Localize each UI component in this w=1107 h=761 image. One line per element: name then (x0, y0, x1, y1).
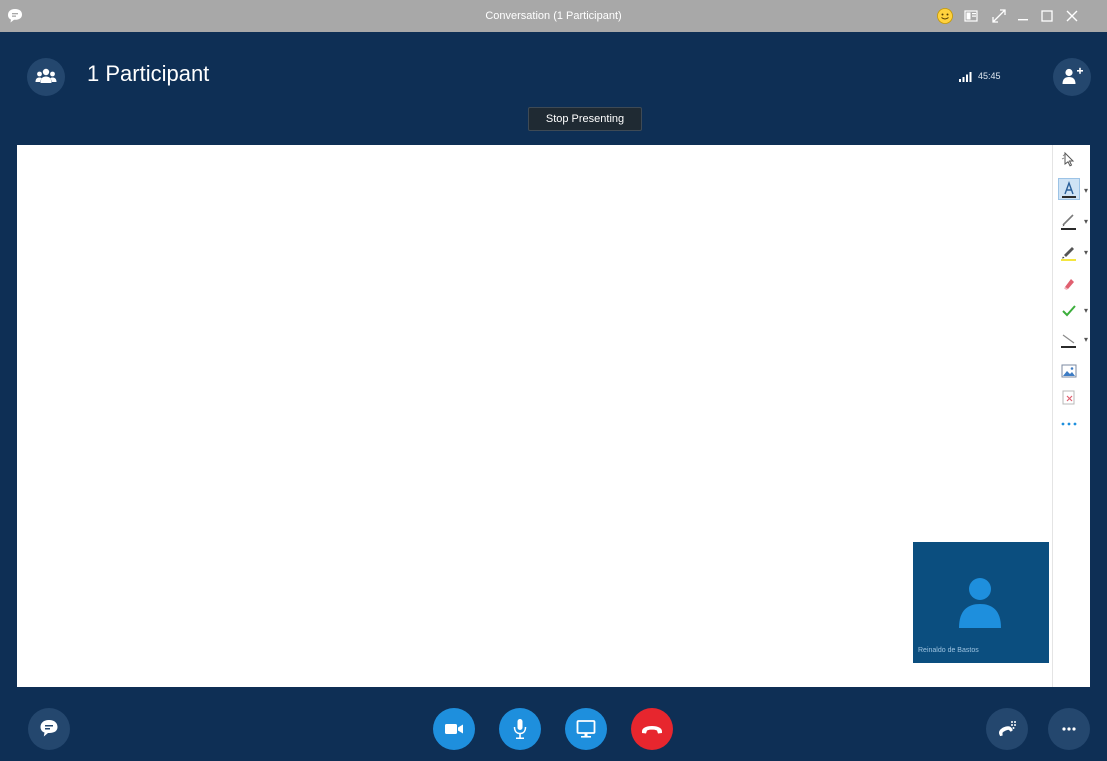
signal-icon (959, 72, 972, 82)
shape-tool-dropdown[interactable]: ▾ (1084, 336, 1092, 344)
text-icon (1062, 180, 1076, 198)
line-icon[interactable] (1058, 328, 1080, 350)
eraser-icon[interactable] (1058, 272, 1080, 294)
call-timer: 45:45 (978, 71, 1001, 81)
layout-icon[interactable] (961, 6, 981, 26)
stage-right-edge (1090, 145, 1107, 687)
pen-icon[interactable] (1058, 210, 1080, 232)
video-button[interactable] (433, 708, 475, 750)
self-video-name: Reinaldo de Bastos (918, 647, 979, 654)
participants-count-label[interactable]: 1 Participant (87, 59, 209, 89)
highlighter-tool-dropdown[interactable]: ▾ (1084, 249, 1092, 257)
microphone-icon (513, 719, 527, 739)
mute-button[interactable] (499, 708, 541, 750)
image-icon[interactable] (1058, 360, 1080, 382)
phone-hangup-icon (642, 726, 662, 734)
chat-button[interactable] (28, 708, 70, 750)
video-camera-icon (445, 724, 463, 734)
hang-up-button[interactable] (631, 708, 673, 750)
add-person-icon (1062, 67, 1083, 84)
minimize-icon[interactable] (1013, 6, 1033, 26)
pointer-icon[interactable] (1058, 148, 1080, 170)
title-bar: Conversation (1 Participant) (0, 0, 1107, 32)
whiteboard-canvas[interactable] (17, 145, 1052, 687)
call-controls-button[interactable] (986, 708, 1028, 750)
participants-button[interactable] (27, 58, 65, 96)
expand-icon[interactable] (989, 6, 1009, 26)
people-icon (35, 68, 57, 83)
maximize-icon[interactable] (1037, 6, 1057, 26)
add-people-button[interactable] (1053, 58, 1091, 96)
share-screen-button[interactable] (565, 708, 607, 750)
ellipsis-icon (1062, 727, 1076, 731)
conversation-window: Conversation (1 Participant) 1 Participa… (0, 0, 1107, 761)
stop-presenting-button[interactable]: Stop Presenting (528, 107, 642, 131)
text-tool-dropdown[interactable]: ▾ (1084, 187, 1092, 195)
call-controls-bar (0, 687, 1107, 761)
ellipsis-icon[interactable] (1058, 413, 1080, 435)
more-options-button[interactable] (1048, 708, 1090, 750)
checkmark-icon[interactable] (1058, 300, 1080, 322)
text-tool[interactable] (1058, 178, 1080, 200)
dialpad-phone-icon (999, 721, 1016, 737)
close-icon[interactable] (1062, 6, 1082, 26)
smiley-icon[interactable] (935, 6, 955, 26)
pen-tool-dropdown[interactable]: ▾ (1084, 218, 1092, 226)
stamp-tool-dropdown[interactable]: ▾ (1084, 307, 1092, 315)
highlighter-icon[interactable] (1058, 241, 1080, 263)
chat-bubble-icon (40, 720, 58, 737)
delete-annotations-icon[interactable] (1058, 386, 1080, 408)
person-avatar-icon (959, 578, 1001, 628)
monitor-icon (576, 720, 596, 738)
